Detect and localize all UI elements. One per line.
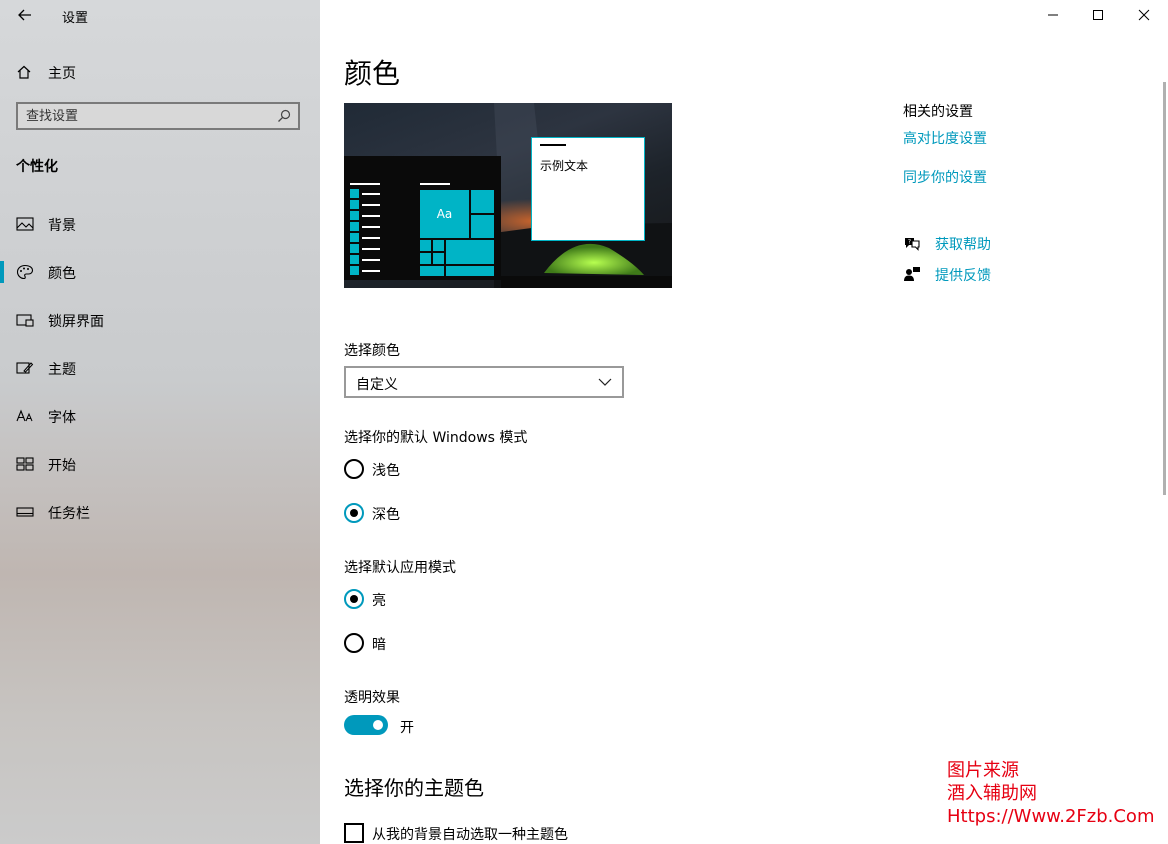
preview-tile	[420, 266, 444, 276]
chevron-down-icon	[598, 378, 612, 386]
preview-tile	[420, 253, 431, 264]
radio-circle[interactable]	[344, 459, 364, 479]
toggle-state-label: 开	[400, 720, 414, 736]
section-title: 个性化	[16, 159, 58, 175]
preview-tile	[446, 240, 494, 264]
preview-sample-window: 示例文本	[531, 137, 645, 241]
radio-label: 浅色	[372, 463, 400, 479]
window-title: 设置	[62, 11, 89, 26]
sidebar: 设置 主页 个性化 背景 颜色 锁屏界面	[0, 0, 320, 844]
watermark-line: 图片来源	[947, 760, 1019, 781]
app-mode-label: 选择默认应用模式	[344, 560, 456, 576]
dropdown-value: 自定义	[356, 377, 398, 393]
sidebar-item-themes[interactable]: 主题	[0, 350, 320, 386]
scrollbar[interactable]	[1163, 82, 1166, 495]
preview-tile	[446, 266, 494, 276]
windows-mode-label: 选择你的默认 Windows 模式	[344, 430, 528, 446]
feedback-row[interactable]: 提供反馈	[903, 263, 1103, 285]
sidebar-item-label: 颜色	[48, 266, 76, 282]
preview-tile	[471, 190, 494, 213]
search-input[interactable]	[26, 107, 266, 125]
sidebar-item-label: 字体	[48, 410, 76, 426]
maximize-icon	[1093, 10, 1103, 20]
accent-section-title: 选择你的主题色	[344, 776, 484, 800]
sidebar-item-label: 主页	[48, 66, 76, 82]
start-grid-icon	[16, 457, 34, 471]
get-help-link[interactable]: 获取帮助	[935, 234, 991, 254]
minimize-button[interactable]	[1030, 0, 1076, 30]
lock-screen-icon	[16, 314, 34, 327]
preview-sample-text: 示例文本	[540, 159, 589, 173]
back-arrow-icon	[18, 9, 31, 21]
sidebar-item-lock-screen[interactable]: 锁屏界面	[0, 302, 320, 338]
close-icon	[1138, 9, 1150, 21]
watermark-url: Https://Www.2Fzb.Com	[947, 806, 1155, 827]
radio-label: 暗	[372, 637, 386, 653]
watermark-line: 酒入辅助网	[947, 783, 1037, 804]
sidebar-item-label: 任务栏	[48, 506, 90, 522]
picture-icon	[16, 217, 34, 231]
taskbar-icon	[16, 507, 34, 517]
sync-settings-link[interactable]: 同步你的设置	[903, 167, 987, 187]
choose-color-dropdown[interactable]: 自定义	[344, 366, 624, 398]
minimize-icon	[1048, 14, 1058, 16]
high-contrast-link[interactable]: 高对比度设置	[903, 128, 987, 148]
transparency-label: 透明效果	[344, 690, 400, 706]
search-box[interactable]	[16, 102, 300, 130]
radio-circle[interactable]	[344, 589, 364, 609]
palette-icon	[16, 264, 34, 280]
preview-tile-aa: Aa	[420, 190, 469, 238]
related-settings-title: 相关的设置	[903, 104, 973, 120]
feedback-person-icon	[904, 267, 920, 281]
close-button[interactable]	[1121, 0, 1167, 30]
theme-preview: Aa 示例文本	[344, 103, 672, 288]
auto-accent-checkbox[interactable]: 从我的背景自动选取一种主题色	[344, 822, 744, 844]
sidebar-item-label: 锁屏界面	[48, 314, 104, 330]
preview-tile	[471, 215, 494, 238]
home-icon	[17, 65, 31, 79]
preview-tile	[433, 240, 444, 251]
preview-tile	[433, 253, 444, 264]
page-title: 颜色	[344, 57, 401, 90]
choose-color-label: 选择颜色	[344, 343, 400, 359]
app-mode-dark-radio[interactable]: 暗	[344, 631, 544, 655]
preview-tile	[420, 240, 431, 251]
feedback-link[interactable]: 提供反馈	[935, 265, 991, 285]
sidebar-item-taskbar[interactable]: 任务栏	[0, 494, 320, 530]
preview-tile-header	[420, 183, 450, 185]
sidebar-item-colors[interactable]: 颜色	[0, 254, 320, 290]
windows-mode-light-radio[interactable]: 浅色	[344, 457, 544, 481]
checkbox-box[interactable]	[344, 823, 364, 843]
back-button[interactable]	[12, 4, 38, 26]
sidebar-item-label: 背景	[48, 218, 76, 234]
radio-label: 深色	[372, 507, 400, 523]
sidebar-item-home[interactable]: 主页	[0, 56, 320, 88]
watermark: 图片来源 酒入辅助网 Https://Www.2Fzb.Com	[947, 759, 1154, 828]
help-chat-icon: ?	[905, 238, 920, 251]
transparency-toggle[interactable]	[344, 715, 388, 735]
sidebar-item-background[interactable]: 背景	[0, 206, 320, 242]
sidebar-item-label: 主题	[48, 362, 76, 378]
radio-circle[interactable]	[344, 633, 364, 653]
radio-label: 亮	[372, 593, 386, 609]
checkbox-label: 从我的背景自动选取一种主题色	[372, 827, 568, 843]
font-icon	[16, 409, 33, 422]
maximize-button[interactable]	[1076, 0, 1122, 30]
sidebar-item-label: 开始	[48, 458, 76, 474]
search-icon[interactable]	[276, 108, 292, 124]
app-mode-light-radio[interactable]: 亮	[344, 587, 544, 611]
sidebar-item-start[interactable]: 开始	[0, 446, 320, 482]
get-help-row[interactable]: ? 获取帮助	[903, 232, 1103, 254]
windows-mode-dark-radio[interactable]: 深色	[344, 501, 544, 525]
preview-start-list	[350, 183, 382, 275]
radio-circle[interactable]	[344, 503, 364, 523]
svg-text:?: ?	[908, 239, 911, 246]
theme-brush-icon	[16, 362, 34, 374]
sidebar-item-fonts[interactable]: 字体	[0, 398, 320, 434]
